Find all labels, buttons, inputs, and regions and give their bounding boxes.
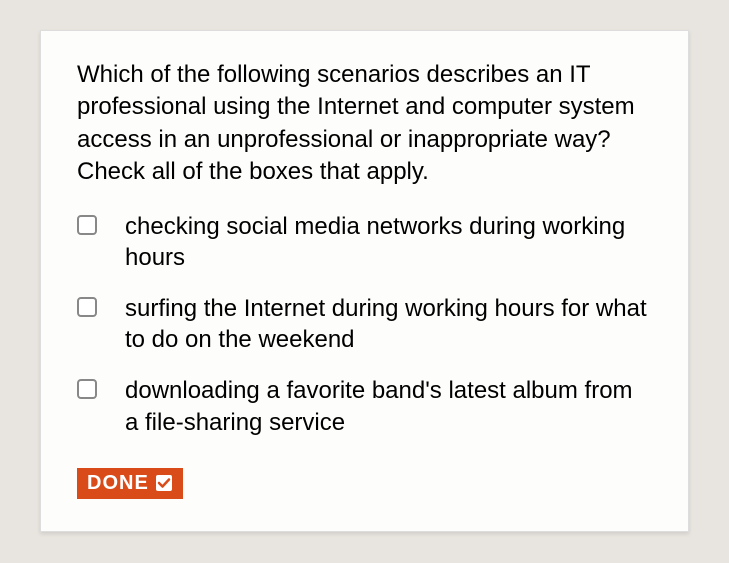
option-label: downloading a favorite band's latest alb… <box>125 375 652 437</box>
check-icon <box>155 474 173 492</box>
done-button[interactable]: DONE <box>77 468 183 499</box>
option-label: surfing the Internet during working hour… <box>125 293 652 355</box>
option-label: checking social media networks during wo… <box>125 211 652 273</box>
option-row: downloading a favorite band's latest alb… <box>77 375 652 437</box>
option-checkbox-1[interactable] <box>77 297 97 317</box>
option-checkbox-0[interactable] <box>77 215 97 235</box>
option-row: surfing the Internet during working hour… <box>77 293 652 355</box>
option-checkbox-2[interactable] <box>77 379 97 399</box>
done-button-label: DONE <box>87 472 149 495</box>
options-list: checking social media networks during wo… <box>77 211 652 438</box>
question-card: Which of the following scenarios describ… <box>40 30 689 532</box>
question-prompt: Which of the following scenarios describ… <box>77 59 652 189</box>
option-row: checking social media networks during wo… <box>77 211 652 273</box>
